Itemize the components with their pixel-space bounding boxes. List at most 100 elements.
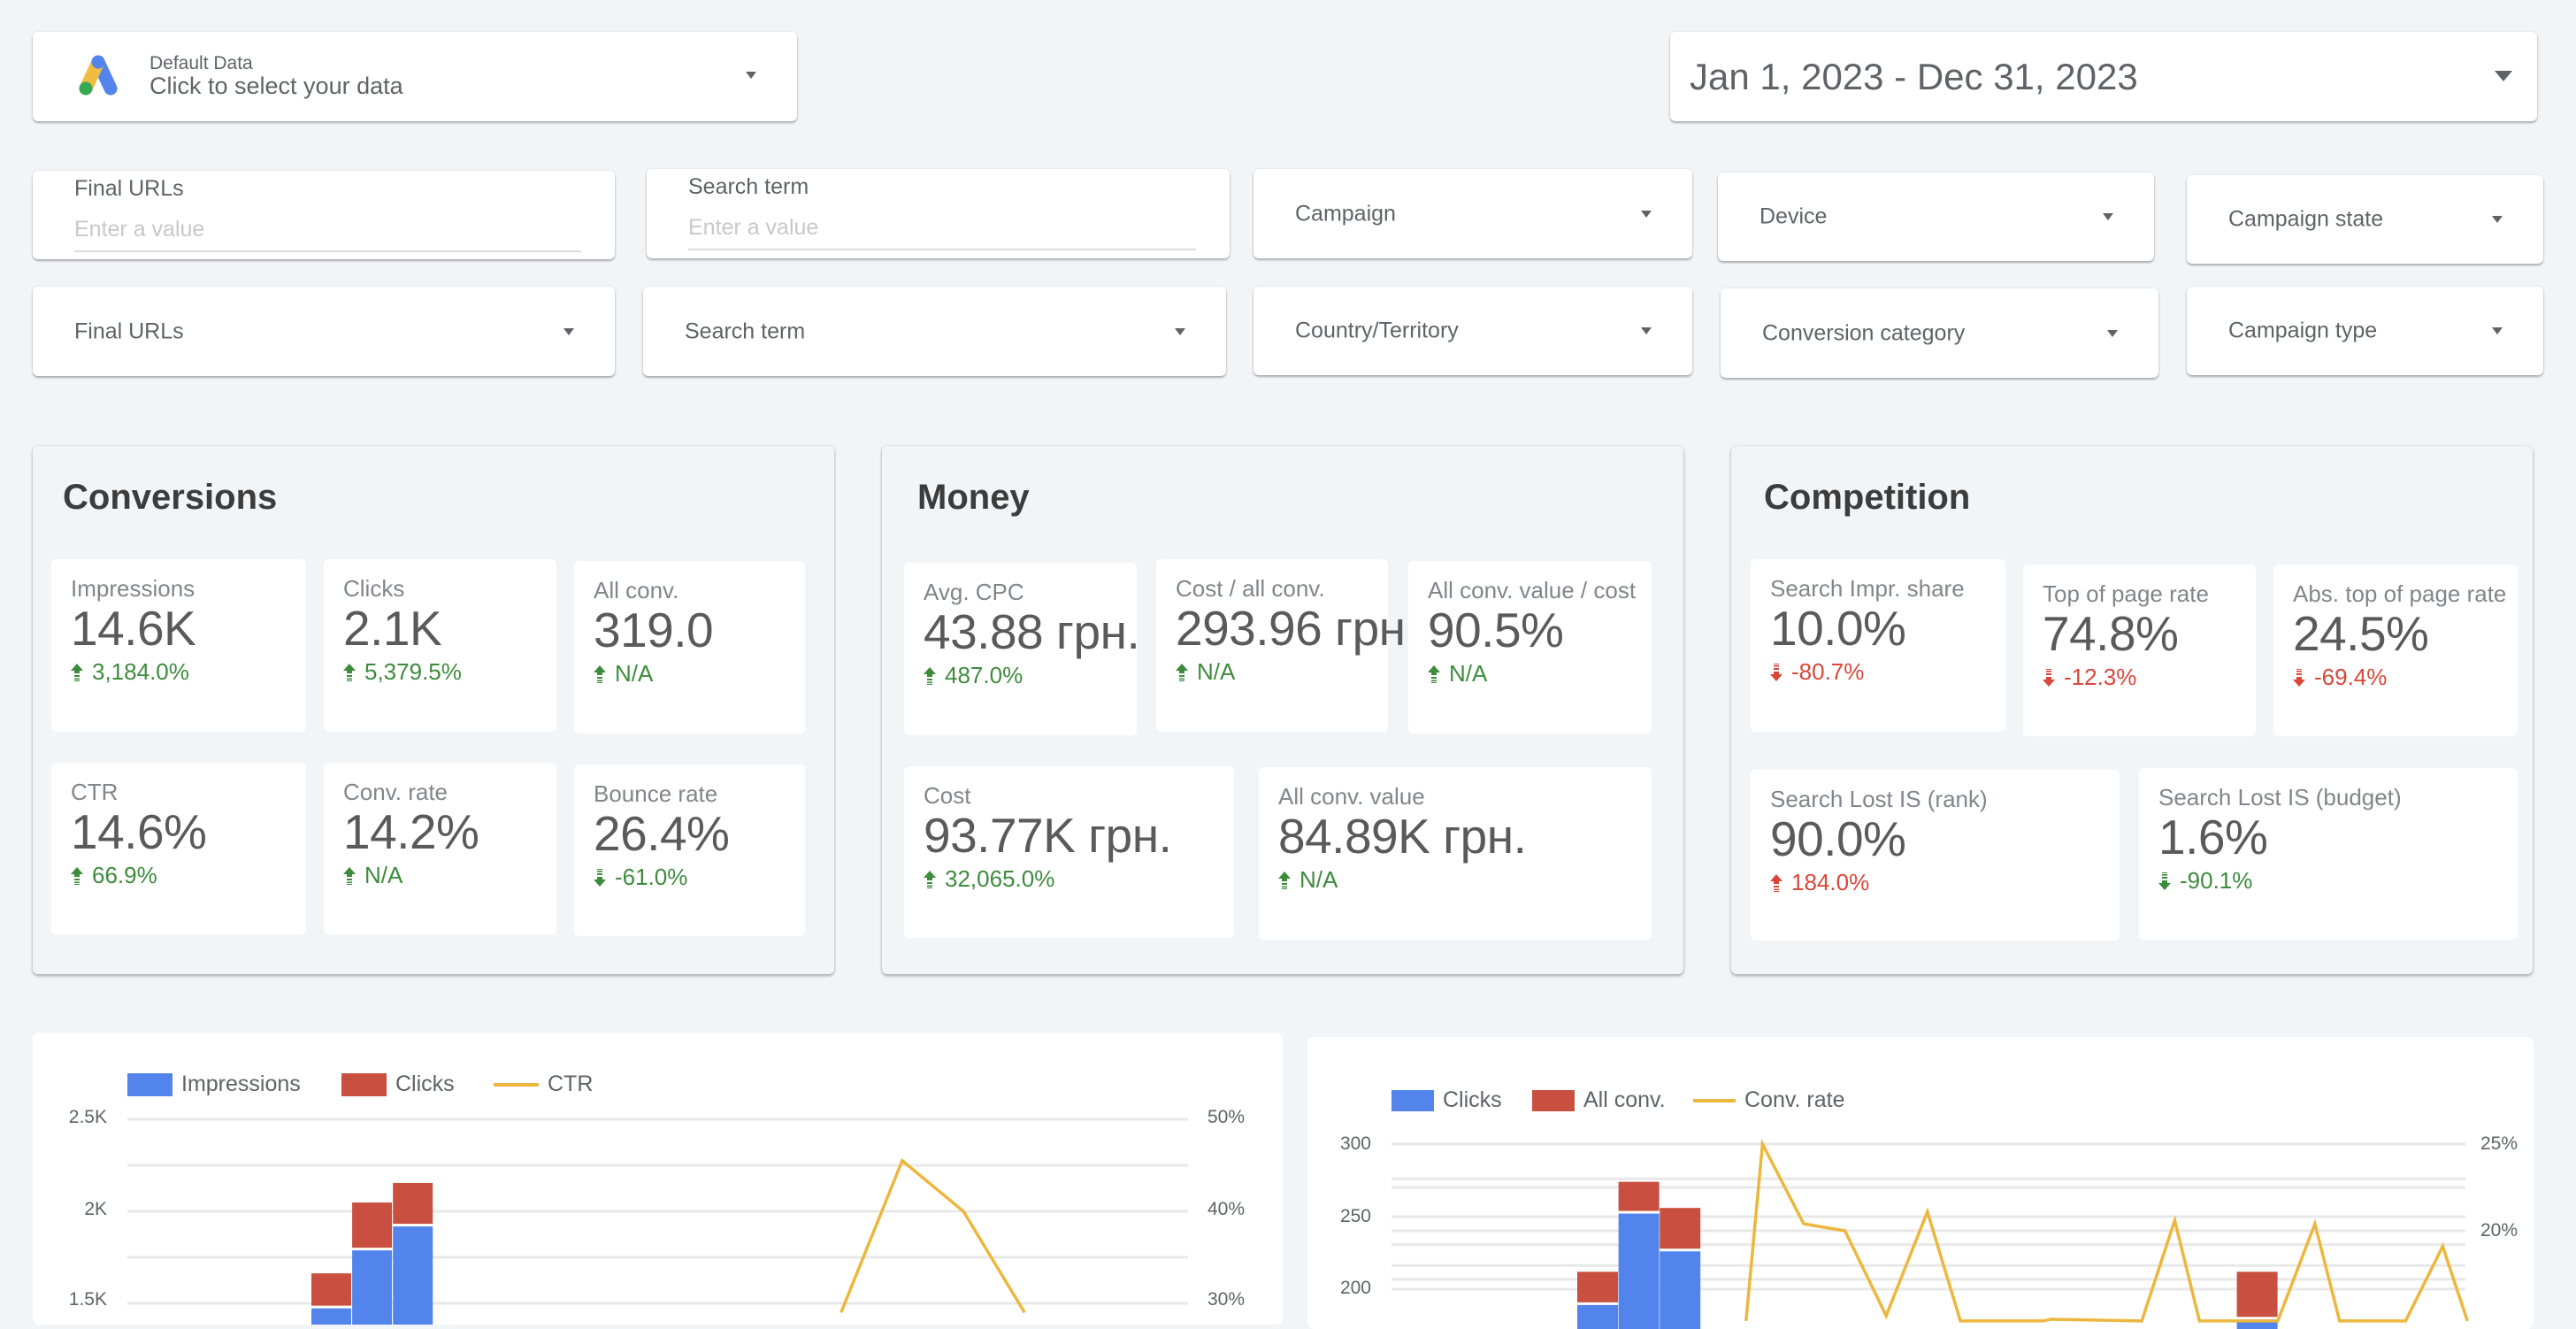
scorecard-label: Search Impr. share <box>1770 575 1965 603</box>
scorecard-value: 24.5% <box>2293 605 2428 662</box>
scorecard-label: All conv. <box>594 577 678 604</box>
campaign-state-dropdown[interactable]: Campaign state <box>2187 175 2543 264</box>
scorecard-search-lost-is-rank: Search Lost IS (rank)90.0%184.0% <box>1751 770 2120 941</box>
scorecard-delta-value: 487.0% <box>945 662 1023 689</box>
bar-segment-clicks <box>352 1202 392 1248</box>
data-source-selector[interactable]: Default Data Click to select your data <box>33 32 797 121</box>
chevron-down-icon <box>2492 327 2503 334</box>
scorecard-delta-value: -80.7% <box>1791 658 1864 686</box>
arrow-down-icon <box>2158 872 2171 890</box>
chevron-down-icon <box>746 72 756 79</box>
final-urls-dropdown[interactable]: Final URLs <box>33 287 615 376</box>
scorecard-value: 43.88 грн. <box>924 603 1139 660</box>
scorecard-delta-value: 184.0% <box>1791 869 1869 896</box>
scorecard-delta-value: N/A <box>1449 660 1487 688</box>
scorecard-top-of-page-rate: Top of page rate74.8%-12.3% <box>2023 565 2256 736</box>
scorecard-label: Cost <box>924 782 970 810</box>
chevron-down-icon <box>1641 327 1652 334</box>
scorecard-delta-value: -12.3% <box>2064 664 2136 691</box>
scorecard-value: 14.6K <box>71 600 196 657</box>
search-term-filter: Search term <box>647 169 1230 258</box>
scorecard-delta-value: 5,379.5% <box>364 658 462 686</box>
arrow-up-icon <box>71 664 83 681</box>
chart-plot-area <box>1307 1037 2534 1329</box>
scorecard-all-conv-value-cost: All conv. value / cost90.5%N/A <box>1408 561 1652 734</box>
scorecard-delta: 32,065.0% <box>924 865 1054 893</box>
search-term-dropdown[interactable]: Search term <box>643 287 1226 376</box>
scorecard-label: Abs. top of page rate <box>2293 580 2506 608</box>
final-urls-input[interactable] <box>74 211 581 252</box>
scorecard-label: Bounce rate <box>594 780 717 808</box>
device-dropdown[interactable]: Device <box>1718 173 2154 261</box>
scorecard-abs-top-of-page-rate: Abs. top of page rate24.5%-69.4% <box>2273 565 2518 736</box>
scorecard-delta: N/A <box>343 862 402 889</box>
scorecard-delta: 487.0% <box>924 662 1023 689</box>
campaign-state-dropdown-label: Campaign state <box>2228 207 2383 233</box>
campaign-dropdown[interactable]: Campaign <box>1254 169 1692 258</box>
arrow-up-icon <box>594 665 606 683</box>
arrow-up-icon <box>343 664 356 681</box>
bar-segment-all-conv <box>1660 1208 1700 1248</box>
scorecard-delta-value: -90.1% <box>2180 867 2252 895</box>
scorecard-label: Top of page rate <box>2043 580 2209 608</box>
chevron-down-icon <box>1641 211 1652 218</box>
scorecard-value: 74.8% <box>2043 605 2178 662</box>
scorecard-delta-value: -69.4% <box>2314 664 2387 691</box>
data-source-title: Default Data <box>150 53 253 74</box>
arrow-up-icon <box>71 867 83 885</box>
search-term-input[interactable] <box>688 210 1196 250</box>
scorecard-value: 14.2% <box>343 803 479 860</box>
date-range-label: Jan 1, 2023 - Dec 31, 2023 <box>1690 56 2138 98</box>
arrow-down-icon <box>2043 669 2055 687</box>
scorecard-delta: -90.1% <box>2158 867 2252 895</box>
bar-segment-all-conv <box>1619 1182 1660 1211</box>
final-urls-filter-label: Final URLs <box>74 176 184 202</box>
arrow-up-icon <box>1176 664 1188 681</box>
bar-segment-clicks <box>311 1273 351 1306</box>
scorecard-conv-rate: Conv. rate14.2%N/A <box>324 763 556 934</box>
scorecard-delta: -12.3% <box>2043 664 2136 691</box>
scorecard-value: 90.0% <box>1770 810 1905 867</box>
bar-segment-all-conv <box>1577 1271 1618 1302</box>
country-territory-dropdown[interactable]: Country/Territory <box>1254 287 1692 375</box>
scorecard-all-conv: All conv.319.0N/A <box>574 561 805 734</box>
campaign-type-dropdown-label: Campaign type <box>2228 319 2377 344</box>
scorecard-value: 319.0 <box>594 602 713 658</box>
scorecard-label: All conv. value <box>1278 783 1425 810</box>
arrow-up-icon <box>343 867 356 885</box>
campaign-type-dropdown[interactable]: Campaign type <box>2187 287 2543 375</box>
scorecard-delta-value: N/A <box>1300 866 1338 894</box>
scorecard-delta: N/A <box>1278 866 1338 894</box>
chevron-down-icon <box>2495 71 2512 81</box>
chevron-down-icon <box>2492 216 2503 223</box>
scorecard-value: 14.6% <box>71 803 206 860</box>
scorecard-delta: -80.7% <box>1770 658 1864 686</box>
bar-segment-clicks <box>1577 1305 1618 1329</box>
date-range-selector[interactable]: Jan 1, 2023 - Dec 31, 2023 <box>1670 32 2537 121</box>
scorecard-label: Impressions <box>71 575 195 603</box>
line-series-conv-rate <box>1746 1144 2468 1321</box>
campaign-dropdown-label: Campaign <box>1295 201 1396 227</box>
scorecard-ctr: CTR14.6%66.9% <box>51 763 306 934</box>
scorecard-label: Search Lost IS (rank) <box>1770 786 1988 813</box>
conversion-category-dropdown[interactable]: Conversion category <box>1721 288 2158 378</box>
bar-segment-impressions <box>393 1226 433 1325</box>
scorecard-bounce-rate: Bounce rate26.4%-61.0% <box>574 764 805 936</box>
search-term-dropdown-label: Search term <box>685 319 805 344</box>
panel-title: Conversions <box>63 478 277 518</box>
arrow-up-icon <box>1770 874 1782 892</box>
scorecard-delta: 184.0% <box>1770 869 1869 896</box>
bar-segment-clicks <box>393 1183 433 1224</box>
scorecard-label: Conv. rate <box>343 779 448 806</box>
scorecard-value: 1.6% <box>2158 809 2267 865</box>
scorecard-value: 26.4% <box>594 805 729 862</box>
bar-segment-all-conv <box>2237 1271 2278 1317</box>
arrow-up-icon <box>1278 872 1291 889</box>
scorecard-delta: N/A <box>1176 658 1235 686</box>
scorecard-delta: -61.0% <box>594 864 687 891</box>
clicks-conversions-rate-chart: Clicks All conv. Conv. rate 300 250 200 … <box>1307 1037 2534 1329</box>
scorecard-impressions: Impressions14.6K3,184.0% <box>51 559 306 732</box>
scorecard-label: All conv. value / cost <box>1428 577 1636 604</box>
scorecard-value: 84.89K грн. <box>1278 808 1526 864</box>
bar-segment-clicks <box>1660 1251 1700 1329</box>
